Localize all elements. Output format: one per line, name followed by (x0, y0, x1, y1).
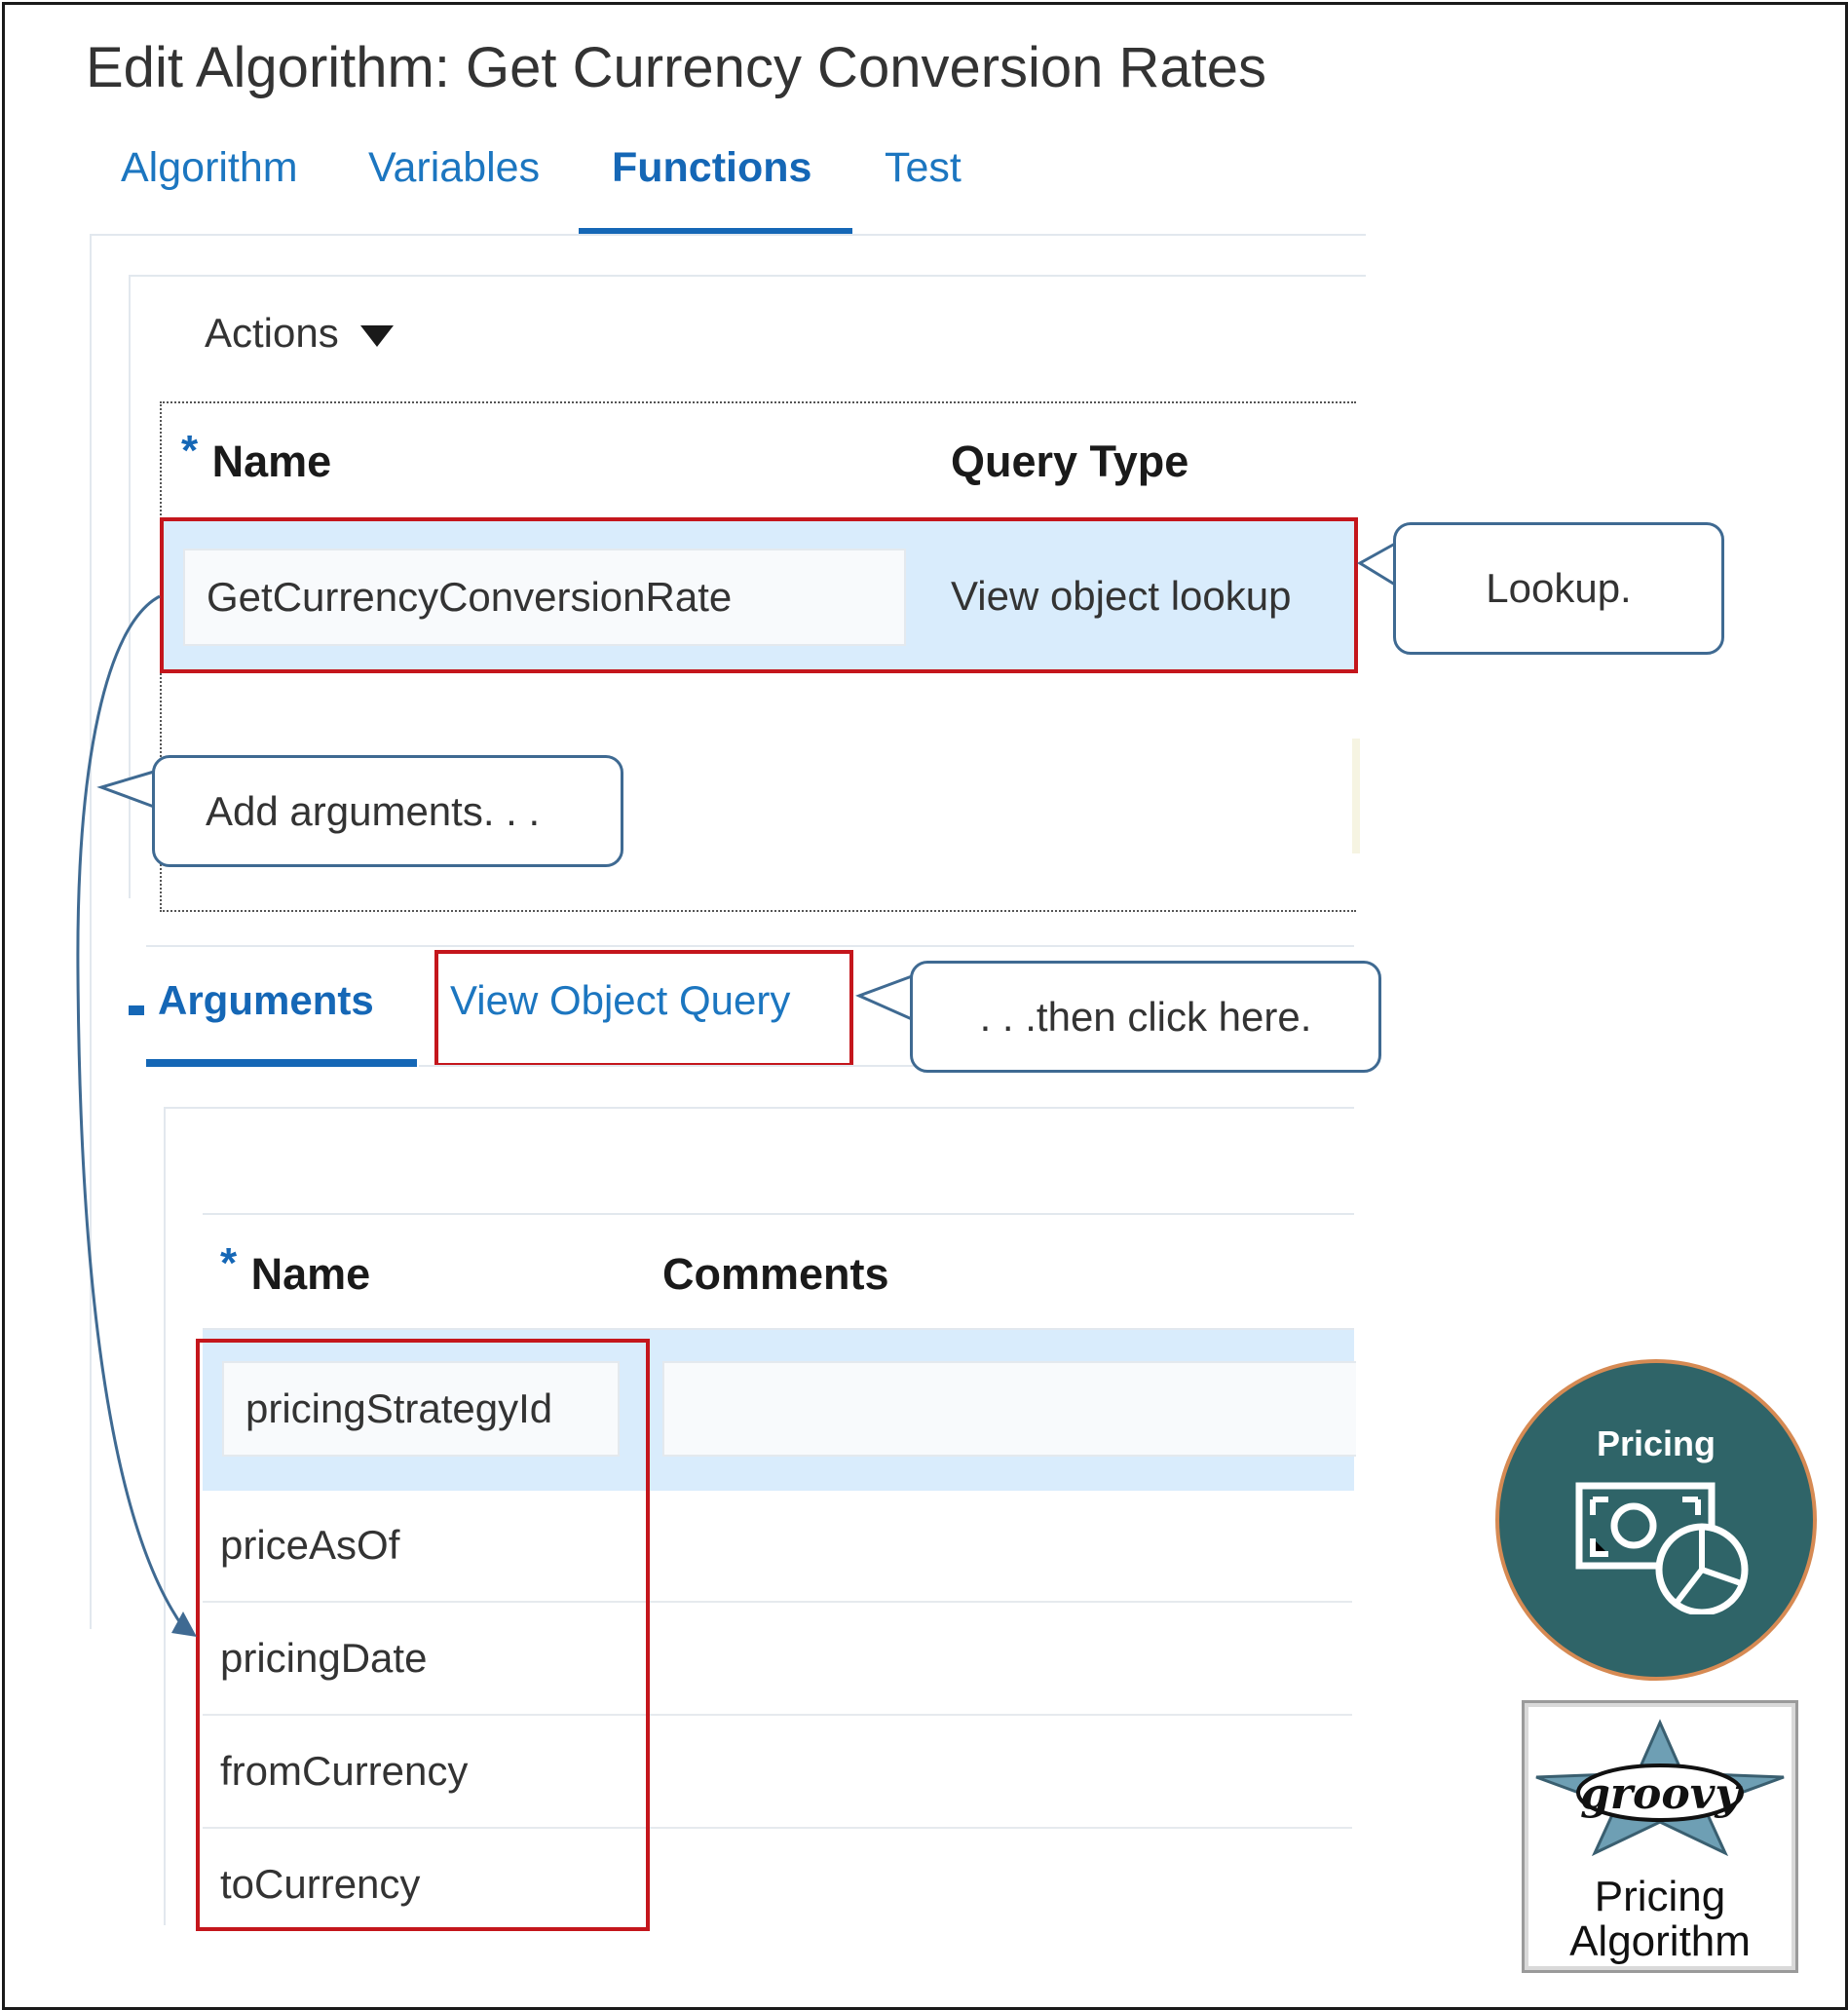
groovy-badge-line2: Algorithm (1569, 1917, 1751, 1965)
groovy-badge-line1: Pricing (1594, 1873, 1726, 1920)
callout-lookup: Lookup. (1393, 522, 1724, 655)
then-click-pointer (855, 974, 913, 1021)
svg-text:groovy: groovy (1580, 1769, 1743, 1819)
pricing-badge: Pricing (1495, 1359, 1817, 1681)
lookup-pointer (1357, 542, 1396, 587)
flow-arrow-curve (76, 594, 185, 1628)
pricing-badge-label: Pricing (1596, 1423, 1716, 1463)
add-arguments-pointer (96, 770, 155, 809)
groovy-star-logo-icon: groovy (1535, 1719, 1785, 1857)
callout-add-arguments: Add arguments. . . (152, 755, 623, 867)
money-chart-icon (1575, 1482, 1749, 1614)
groovy-pricing-algorithm-badge: groovy Pricing Algorithm (1522, 1700, 1798, 1973)
callout-then-click: . . .then click here. (910, 961, 1381, 1073)
